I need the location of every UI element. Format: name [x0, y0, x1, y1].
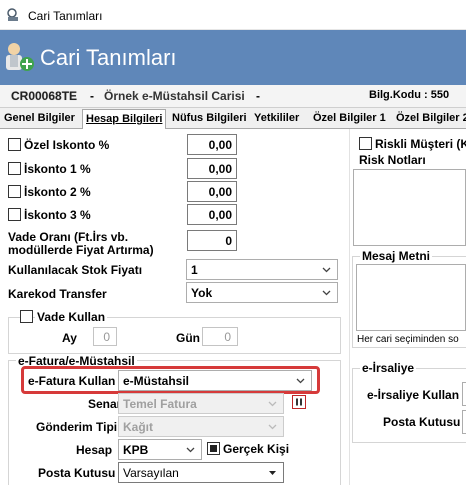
iskonto-2-label: İskonto 2 % [24, 185, 91, 199]
eirsaliye-kullan-label: e-İrsaliye Kullan [367, 388, 460, 402]
chevron-down-icon [322, 290, 331, 296]
vade-kullan-label: Vade Kullan [35, 310, 108, 324]
mesaj-metni-textarea[interactable] [356, 264, 466, 331]
mesaj-metni-label: Mesaj Metni [360, 249, 433, 263]
hesap-select[interactable]: KPB [118, 439, 202, 460]
eirsaliye-posta-label: Posta Kutusu [383, 415, 461, 429]
stok-fiyati-select[interactable]: 1 [186, 259, 338, 280]
iskonto-1-checkbox[interactable] [8, 162, 21, 175]
eirsaliye-group-title: e-İrsaliye [360, 361, 417, 375]
vade-kullan-checkbox[interactable] [20, 310, 33, 323]
highlight-frame [21, 366, 320, 394]
eirsaliye-kullan-select[interactable] [462, 382, 466, 406]
tab-nufus-bilgileri[interactable]: Nüfus Bilgileri [172, 109, 247, 129]
page-header: Cari Tanımları [0, 30, 466, 85]
tab-yetkililer[interactable]: Yetkililer [254, 109, 299, 129]
posta-kutusu-label: Posta Kutusu [38, 466, 116, 480]
record-name: Örnek e-Müstahsil Carisi [104, 89, 245, 103]
iskonto-3-checkbox[interactable] [8, 208, 21, 221]
window-titlebar: Cari Tanımları [0, 0, 466, 30]
karekod-value: Yok [191, 286, 213, 300]
iskonto-3-label: İskonto 3 % [24, 208, 91, 222]
gonderim-tipi-select[interactable]: Kağıt [118, 416, 284, 437]
karekod-select[interactable]: Yok [186, 282, 338, 303]
senaryo-select[interactable]: Temel Fatura [118, 393, 284, 414]
ay-label: Ay [62, 331, 77, 345]
eirsaliye-posta-select[interactable] [462, 410, 466, 434]
riskli-musteri-checkbox[interactable] [359, 137, 372, 150]
karekod-label: Karekod Transfer [8, 287, 107, 301]
ozel-iskonto-checkbox[interactable] [8, 138, 21, 151]
posta-kutusu-select[interactable]: Varsayılan [118, 462, 284, 483]
risk-notlari-label: Risk Notları [359, 153, 426, 167]
record-info-bar: CR00068TE - Örnek e-Müstahsil Carisi - B… [0, 85, 466, 108]
pause-icon[interactable] [292, 395, 306, 409]
iskonto-1-input[interactable]: 0,00 [187, 158, 237, 179]
risk-notlari-textarea[interactable] [353, 169, 466, 246]
gun-label: Gün [176, 331, 200, 345]
vade-orani-label-line2: modüllerde Fiyat Artırma) [8, 243, 154, 257]
column-divider [349, 129, 350, 485]
chevron-down-icon [186, 447, 195, 453]
mesaj-metni-hint: Her cari seçiminden so [357, 334, 459, 345]
posta-kutusu-value: Varsayılan [123, 466, 179, 480]
gercek-kisi-checkbox[interactable] [207, 442, 220, 455]
chevron-down-icon [268, 401, 277, 407]
ozel-iskonto-label: Özel Iskonto % [24, 138, 110, 152]
stok-fiyati-label: Kullanılacak Stok Fiyatı [8, 263, 143, 277]
ozel-iskonto-input[interactable]: 0,00 [187, 134, 237, 155]
chevron-down-icon [322, 267, 331, 273]
tab-genel-bilgiler[interactable]: Genel Bilgiler [4, 109, 75, 129]
iskonto-2-checkbox[interactable] [8, 185, 21, 198]
users-icon [6, 43, 34, 71]
tab-strip: Genel Bilgiler Hesap Bilgileri Nüfus Bil… [0, 108, 466, 130]
gercek-kisi-label: Gerçek Kişi [223, 442, 290, 456]
tab-hesap-bilgileri[interactable]: Hesap Bilgileri [82, 109, 167, 130]
caret-down-icon [269, 471, 276, 475]
gonderim-tipi-value: Kağıt [123, 420, 153, 434]
tab-ozel-bilgiler-1[interactable]: Özel Bilgiler 1 [313, 109, 386, 129]
hesap-label: Hesap [76, 443, 113, 457]
hesap-bilgileri-panel: Özel Iskonto % 0,00 İskonto 1 % 0,00 İsk… [0, 129, 466, 485]
senaryo-value: Temel Fatura [123, 397, 197, 411]
ay-input[interactable]: 0 [93, 327, 117, 346]
gonderim-tipi-label: Gönderim Tipi [36, 420, 118, 434]
eirsaliye-group [352, 368, 466, 443]
iskonto-3-input[interactable]: 0,00 [187, 204, 237, 225]
app-icon [7, 8, 18, 21]
page-title: Cari Tanımları [40, 45, 177, 70]
gun-input[interactable]: 0 [202, 327, 238, 346]
riskli-musteri-label: Riskli Müşteri (K [375, 137, 466, 151]
bilg-kodu: Bilg.Kodu : 550 [369, 89, 450, 101]
window-title: Cari Tanımları [28, 9, 103, 23]
iskonto-1-label: İskonto 1 % [24, 162, 91, 176]
chevron-down-icon [268, 424, 277, 430]
record-separator: - [90, 89, 94, 103]
vade-orani-input[interactable]: 0 [187, 230, 237, 251]
vade-orani-label-line1: Vade Oranı (Ft.İrs vb. [8, 230, 129, 244]
tab-ozel-bilgiler-2[interactable]: Özel Bilgiler 2 [396, 109, 466, 129]
stok-fiyati-value: 1 [191, 263, 198, 277]
hesap-value: KPB [123, 443, 149, 457]
record-name-suffix: - [256, 89, 260, 103]
record-code: CR00068TE [11, 89, 78, 103]
iskonto-2-input[interactable]: 0,00 [187, 181, 237, 202]
